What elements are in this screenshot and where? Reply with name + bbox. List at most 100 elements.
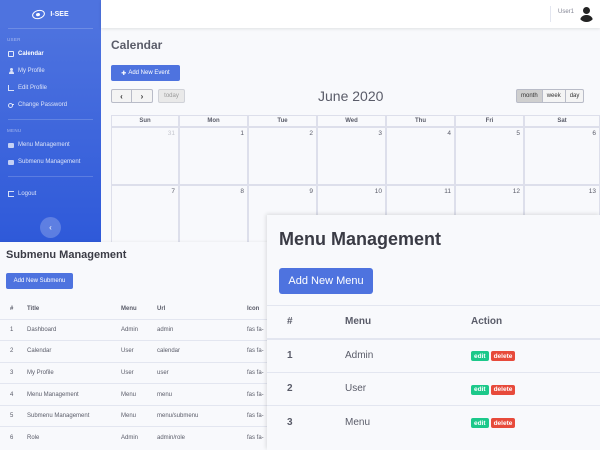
row-menu: Menu xyxy=(121,383,157,406)
sidebar-item-label: Calendar xyxy=(18,50,44,57)
sidebar-divider xyxy=(8,176,93,177)
calendar-week-row: 31 1 2 3 4 5 6 xyxy=(111,127,600,185)
row-url: admin xyxy=(157,318,247,341)
weekday-header: Sat xyxy=(524,115,600,127)
sidebar-item-change-password[interactable]: Change Password xyxy=(0,96,101,113)
chevron-right-icon: › xyxy=(140,91,144,101)
view-week-button[interactable]: week xyxy=(542,89,566,103)
row-menu: User xyxy=(121,340,157,363)
today-button[interactable]: today xyxy=(158,89,185,103)
row-number: 5 xyxy=(0,404,27,427)
submenu-table-header: # Title Menu Url Icon xyxy=(0,299,270,320)
row-url: menu xyxy=(157,383,247,406)
delete-button[interactable]: delete xyxy=(490,351,516,362)
calendar-app-window: I-SEE USER Calendar My Profile Edit Prof… xyxy=(0,0,600,245)
sidebar-heading-menu: MENU xyxy=(7,128,22,133)
sidebar-item-label: Logout xyxy=(18,190,37,197)
eye-logo-icon xyxy=(31,7,47,21)
day-cell[interactable]: 1 xyxy=(179,127,248,185)
table-row: 3 Menu edit delete xyxy=(267,405,600,439)
table-row: 2 User edit delete xyxy=(267,371,600,406)
sidebar-item-submenu-management[interactable]: Submenu Management xyxy=(0,153,101,170)
day-cell[interactable]: 6 xyxy=(524,127,600,185)
submenu-management-panel: Submenu Management Add New Submenu # Tit… xyxy=(0,242,270,450)
column-header: Menu xyxy=(345,305,471,340)
sidebar-item-edit-profile[interactable]: Edit Profile xyxy=(0,79,101,96)
sidebar: I-SEE USER Calendar My Profile Edit Prof… xyxy=(0,0,101,245)
view-month-button[interactable]: month xyxy=(516,89,543,103)
row-menu: Admin xyxy=(121,426,157,449)
edit-button[interactable]: edit xyxy=(471,384,489,395)
weekday-header: Fri xyxy=(455,115,524,127)
add-new-menu-button[interactable]: Add New Menu xyxy=(279,268,373,294)
row-number: 1 xyxy=(0,318,27,341)
column-header: # xyxy=(267,305,345,340)
sidebar-item-calendar[interactable]: Calendar xyxy=(0,45,101,62)
submenu-table: # Title Menu Url Icon 1 Dashboard Admin … xyxy=(0,299,270,449)
edit-icon xyxy=(8,84,14,91)
menu-table-header: # Menu Action xyxy=(267,305,600,340)
row-actions: edit delete xyxy=(471,405,600,439)
sidebar-brand[interactable]: I-SEE xyxy=(0,0,101,28)
sidebar-item-label: Submenu Management xyxy=(18,158,81,165)
row-menu: User xyxy=(121,361,157,384)
table-row: 3 My Profile User user fas fa- xyxy=(0,361,270,384)
row-number: 6 xyxy=(0,426,27,449)
edit-button[interactable]: edit xyxy=(471,351,489,362)
day-cell[interactable]: 3 xyxy=(317,127,386,185)
table-row: 1 Admin edit delete xyxy=(267,338,600,372)
row-url: menu/submenu xyxy=(157,404,247,427)
chevron-left-icon: ‹ xyxy=(49,223,52,232)
day-cell[interactable]: 5 xyxy=(455,127,524,185)
delete-button[interactable]: delete xyxy=(490,418,516,429)
avatar-head xyxy=(583,7,590,14)
next-month-button[interactable]: › xyxy=(132,89,153,103)
delete-button[interactable]: delete xyxy=(490,384,516,395)
chevron-left-icon: ‹ xyxy=(120,91,123,101)
month-title: June 2020 xyxy=(318,88,384,104)
column-header: # xyxy=(0,299,27,320)
row-title: My Profile xyxy=(27,361,121,384)
row-title: Calendar xyxy=(27,340,121,363)
menu-table: # Menu Action 1 Admin editdelete 2 User xyxy=(267,305,600,439)
row-url: user xyxy=(157,361,247,384)
prev-month-button[interactable]: ‹ xyxy=(111,89,132,103)
logout-icon xyxy=(8,190,14,197)
sidebar-toggle-button[interactable]: ‹ xyxy=(40,217,61,238)
sidebar-item-logout[interactable]: Logout xyxy=(0,185,101,202)
row-number: 2 xyxy=(267,371,345,406)
day-cell[interactable]: 7 xyxy=(111,185,179,243)
sidebar-item-my-profile[interactable]: My Profile xyxy=(0,62,101,79)
folder-icon xyxy=(8,159,14,165)
view-day-button[interactable]: day xyxy=(565,89,585,103)
user-name[interactable]: User1 xyxy=(558,9,574,15)
view-switcher: month week day xyxy=(516,89,585,103)
row-title: Role xyxy=(27,426,121,449)
add-new-event-button[interactable]: ✚ Add New Event xyxy=(111,65,180,81)
day-cell[interactable]: 4 xyxy=(386,127,455,185)
row-number: 4 xyxy=(0,383,27,406)
sidebar-item-label: Change Password xyxy=(18,101,68,108)
day-cell[interactable]: 31 xyxy=(111,127,179,185)
day-cell[interactable]: 2 xyxy=(248,127,317,185)
menu-management-panel: Menu Management Add New Menu # Menu Acti… xyxy=(267,215,600,450)
row-number: 3 xyxy=(0,361,27,384)
table-row: 5 Submenu Management Menu menu/submenu f… xyxy=(0,404,270,427)
key-icon xyxy=(8,102,14,108)
sidebar-item-menu-management[interactable]: Menu Management xyxy=(0,136,101,153)
add-new-submenu-button[interactable]: Add New Submenu xyxy=(6,273,73,289)
table-row: 6 Role Admin admin/role fas fa- xyxy=(0,426,270,449)
topbar-divider xyxy=(550,6,551,22)
row-url: calendar xyxy=(157,340,247,363)
calendar-icon xyxy=(8,50,14,57)
folder-icon xyxy=(8,142,14,148)
avatar[interactable] xyxy=(578,5,595,22)
topbar: User1 xyxy=(101,0,600,28)
edit-button[interactable]: edit xyxy=(471,418,489,429)
weekday-header: Sun xyxy=(111,115,179,127)
table-row: 2 Calendar User calendar fas fa- xyxy=(0,340,270,363)
column-header: Menu xyxy=(121,299,157,320)
row-number: 3 xyxy=(267,405,345,439)
add-new-event-label: Add New Event xyxy=(128,70,170,76)
day-cell[interactable]: 8 xyxy=(179,185,248,243)
